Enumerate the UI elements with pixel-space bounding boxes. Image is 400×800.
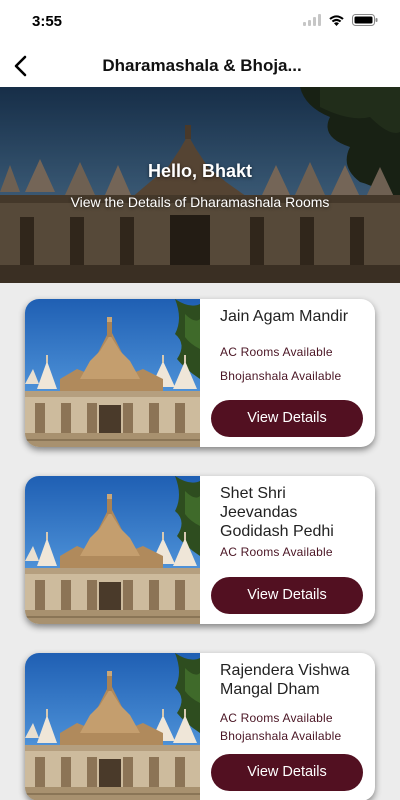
signal-icon xyxy=(303,14,321,26)
header: Dharamashala & Bhoja... xyxy=(0,44,400,88)
hero-title: Hello, Bhakt xyxy=(147,161,253,181)
page-title: Dharamashala & Bhoja... xyxy=(102,56,302,75)
hero-subtitle: View the Details of Dharamashala Rooms xyxy=(70,194,330,210)
dharamashala-card[interactable]: Shet Shri Jeevandas Godidash Pedhi AC Ro… xyxy=(25,476,375,624)
status-time: 3:55 xyxy=(32,13,63,30)
view-details-button[interactable]: View Details xyxy=(211,754,363,791)
status-bar: 3:55 xyxy=(0,0,400,44)
card-title: Mangal Dham xyxy=(220,681,320,698)
hero-text: Hello, Bhakt View the Details of Dharama… xyxy=(0,161,400,210)
card-title: Godidash Pedhi xyxy=(220,523,334,540)
card-info: Jain Agam Mandir AC Rooms Available Bhoj… xyxy=(220,307,370,383)
card-feature: Bhojanshala Available xyxy=(220,729,342,743)
temple-image xyxy=(25,299,200,447)
hero-banner: Hello, Bhakt View the Details of Dharama… xyxy=(0,87,400,283)
card-info: Shet Shri Jeevandas Godidash Pedhi AC Ro… xyxy=(220,484,370,559)
view-details-button[interactable]: View Details xyxy=(211,577,363,614)
card-feature: AC Rooms Available xyxy=(220,545,333,559)
status-icons xyxy=(303,14,378,26)
temple-image xyxy=(25,653,200,800)
card-feature: Bhojanshala Available xyxy=(220,369,342,383)
card-title: Rajendera Vishwa xyxy=(220,662,350,679)
dharamashala-card[interactable]: Jain Agam Mandir AC Rooms Available Bhoj… xyxy=(25,299,375,447)
card-title: Shet Shri xyxy=(220,485,286,502)
card-info: Rajendera Vishwa Mangal Dham AC Rooms Av… xyxy=(220,661,370,743)
card-title: Jain Agam Mandir xyxy=(220,308,349,325)
card-feature: AC Rooms Available xyxy=(220,345,333,359)
card-feature: AC Rooms Available xyxy=(220,711,333,725)
wifi-icon xyxy=(329,15,344,26)
dharamashala-list: Jain Agam Mandir AC Rooms Available Bhoj… xyxy=(0,283,400,800)
dharamashala-card[interactable]: Rajendera Vishwa Mangal Dham AC Rooms Av… xyxy=(25,653,375,800)
card-title: Jeevandas xyxy=(220,504,298,521)
temple-image xyxy=(25,476,200,624)
battery-icon xyxy=(352,14,378,26)
view-details-button[interactable]: View Details xyxy=(211,400,363,437)
